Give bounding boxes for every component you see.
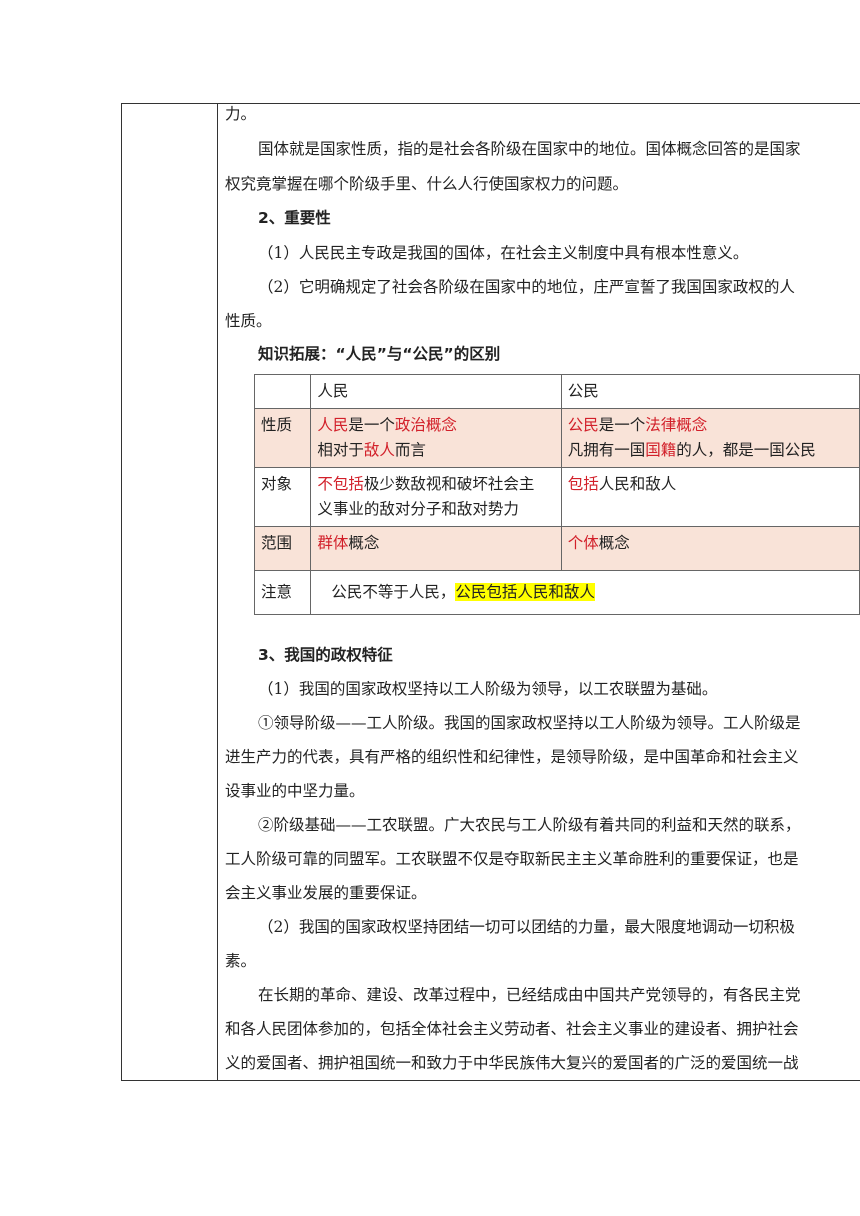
text-line: （2）它明确规定了社会各阶级在国家中的地位，庄严宣誓了我国国家政权的人 [258,278,795,296]
citizen-nature-cell: 公民是一个法律概念 凡拥有一国国籍的人，都是一国公民 [560,408,860,468]
table-row-note: 注意 公民不等于人民，公民包括人民和敌人 [253,570,860,615]
comparison-table: 人民 公民 性质 人民是一个政治概念 相对于敌人而言 公民是一个法律概念 凡拥有… [253,374,860,615]
section-heading: 3、我国的政权特征 [258,646,393,664]
text-line: 进生产力的代表，具有严格的组织性和纪律性，是领导阶级，是中国革命和社会主义 [225,748,799,766]
row-label: 范围 [253,526,312,571]
text-line: （2）我国的国家政权坚持团结一切可以团结的力量，最大限度地调动一切积极 [258,918,795,936]
note-cell: 公民不等于人民，公民包括人民和敌人 [310,570,860,615]
text-line: 素。 [225,952,257,970]
red-term: 政治概念 [394,416,457,434]
red-term: 包括 [567,475,599,493]
citizen-object-cell: 包括人民和敌人 [560,467,860,527]
text-line: 力。 [225,105,257,123]
red-term: 国籍 [645,441,677,459]
cell-text: 义事业的敌对分子和敌对势力 [317,500,519,518]
text-line: ①领导阶级——工人阶级。我国的国家政权坚持以工人阶级为领导。工人阶级是 [258,714,801,732]
text-line: 权究竟掌握在哪个阶级手里、什么人行使国家权力的问题。 [225,175,629,193]
red-term: 不包括 [317,475,364,493]
red-term: 个体 [567,534,599,552]
cell-text: 是一个 [348,416,395,434]
table-header-row: 人民 公民 [253,374,860,409]
text-line: 国体就是国家性质，指的是社会各阶级在国家中的地位。国体概念回答的是国家 [258,140,801,158]
row-label: 注意 [253,570,312,615]
header-cell-people: 人民 [310,374,562,409]
section-heading: 2、重要性 [258,209,331,227]
left-label-column [122,104,218,1080]
table-row-nature: 性质 人民是一个政治概念 相对于敌人而言 公民是一个法律概念 凡拥有一国国籍的人… [253,408,860,468]
text-line: 会主义事业发展的重要保证。 [225,884,427,902]
text-line: 义的爱国者、拥护祖国统一和致力于中华民族伟大复兴的爱国者的广泛的爱国统一战 [225,1054,799,1072]
red-term: 群体 [317,534,349,552]
text-line: 在长期的革命、建设、改革过程中，已经结成由中国共产党领导的，有各民主党 [258,986,801,1004]
cell-text: 人民和敌人 [598,475,677,493]
people-object-cell: 不包括极少数敌视和破坏社会主 义事业的敌对分子和敌对势力 [310,467,562,527]
people-scope-cell: 群体概念 [310,526,562,571]
highlighted-text: 公民包括人民和敌人 [455,583,595,601]
cell-text: 是一个 [598,416,646,434]
people-nature-cell: 人民是一个政治概念 相对于敌人而言 [310,408,562,468]
cell-text: 的人，都是一国公民 [676,441,816,459]
cell-text: 概念 [348,534,380,552]
text-line: ②阶级基础——工农联盟。广大农民与工人阶级有着共同的利益和天然的联系， [258,816,801,834]
cell-text: 而言 [394,441,426,459]
table-row-scope: 范围 群体概念 个体概念 [253,526,860,571]
text-line: （1）人民民主专政是我国的国体，在社会主义制度中具有根本性意义。 [258,244,749,262]
text-line: 性质。 [225,312,272,330]
text-line: （1）我国的国家政权坚持以工人阶级为领导，以工农联盟为基础。 [258,680,718,698]
text-line: 和各人民团体参加的，包括全体社会主义劳动者、社会主义事业的建设者、拥护社会 [225,1020,799,1038]
header-cell-citizen: 公民 [560,374,860,409]
cell-text: 凡拥有一国 [567,441,646,459]
red-term: 法律概念 [645,416,708,434]
citizen-scope-cell: 个体概念 [560,526,860,571]
header-cell-empty [253,374,312,409]
table-row-object: 对象 不包括极少数敌视和破坏社会主 义事业的敌对分子和敌对势力 包括人民和敌人 [253,467,860,527]
cell-text: 相对于 [317,441,364,459]
text-line: 工人阶级可靠的同盟军。工农联盟不仅是夺取新民主主义革命胜利的重要保证，也是 [225,850,799,868]
table-caption: 知识拓展：“人民”与“公民”的区别 [258,345,501,363]
red-term: 人民 [317,416,349,434]
row-label: 对象 [253,467,312,527]
red-term: 公民 [567,416,599,434]
cell-text: 极少数敌视和破坏社会主 [363,475,535,493]
row-label: 性质 [253,408,312,468]
cell-text: 公民不等于人民， [331,583,456,601]
cell-text: 概念 [598,534,630,552]
text-line: 设事业的中坚力量。 [225,782,365,800]
red-term: 敌人 [363,441,395,459]
